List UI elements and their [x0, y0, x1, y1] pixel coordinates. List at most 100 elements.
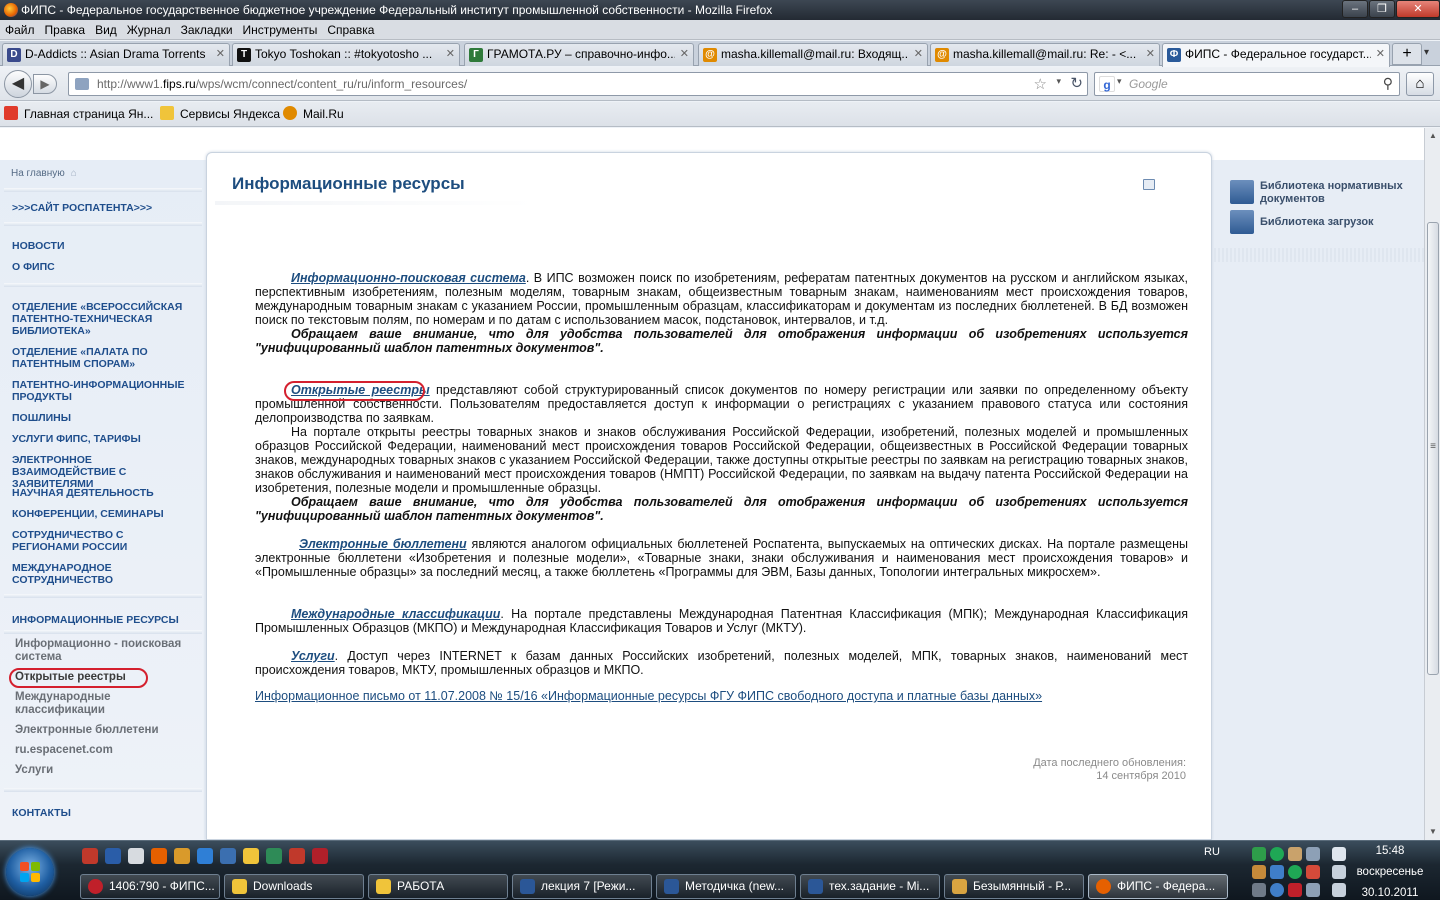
flag-tray-icon[interactable] — [1332, 847, 1346, 861]
menu-bookmarks[interactable]: Закладки — [176, 20, 238, 39]
quick-launch-icon[interactable] — [266, 848, 282, 864]
scroll-up-icon[interactable]: ▲ — [1425, 128, 1440, 144]
scroll-down-icon[interactable]: ▼ — [1425, 824, 1440, 840]
search-engine-dropdown-icon[interactable]: ▾ — [1117, 76, 1122, 87]
list-all-tabs-icon[interactable]: ▾ — [1424, 47, 1438, 61]
quick-launch-icon[interactable] — [243, 848, 259, 864]
search-input[interactable]: Google — [1129, 73, 1168, 95]
search-bar[interactable]: g ▾ Google ⚲ — [1094, 72, 1400, 96]
services-link[interactable]: Услуги — [291, 649, 335, 663]
new-tab-button[interactable]: + — [1392, 43, 1422, 65]
quick-launch-icon[interactable] — [82, 848, 98, 864]
menu-edit[interactable]: Правка — [40, 20, 91, 39]
pencil-tray-icon[interactable] — [1252, 865, 1266, 879]
sidebar-item-conferences[interactable]: КОНФЕРЕНЦИИ, СЕМИНАРЫ — [12, 508, 192, 520]
tab-tokyotosho[interactable]: T Tokyo Toshokan :: #tokyotosho ... ✕ — [232, 43, 460, 66]
tab-mail-re[interactable]: @ masha.killemall@mail.ru: Re: - <... ✕ — [930, 43, 1160, 66]
tab-gramota[interactable]: Г ГРАМОТА.РУ – справочно-инфо... ✕ — [464, 43, 694, 66]
rospatent-link[interactable]: >>>САЙТ РОСПАТЕНТА>>> — [12, 202, 192, 214]
bulletins-link[interactable]: Электронные бюллетени — [299, 537, 467, 551]
history-dropdown-icon[interactable]: ▾ — [1056, 76, 1061, 87]
quick-launch-icon[interactable] — [174, 848, 190, 864]
close-tab-icon[interactable]: ✕ — [1146, 44, 1155, 65]
task-rabota[interactable]: РАБОТА — [368, 874, 508, 899]
sidebar-item-regions[interactable]: СОТРУДНИЧЕСТВО С РЕГИОНАМИ РОССИИ — [12, 529, 192, 553]
update-tray-icon[interactable] — [1270, 883, 1284, 897]
menu-view[interactable]: Вид — [90, 20, 122, 39]
quick-launch-icon[interactable] — [197, 848, 213, 864]
sidebar-item-international[interactable]: МЕЖДУНАРОДНОЕ СОТРУДНИЧЕСТВО — [12, 562, 192, 586]
task-lecture[interactable]: лекция 7 [Режи... — [512, 874, 652, 899]
sidebar-item-e-interaction[interactable]: ЭЛЕКТРОННОЕ ВЗАИМОДЕЙСТВИЕ С ЗАЯВИТЕЛЯМИ — [12, 454, 192, 490]
sidebar-item-news[interactable]: НОВОСТИ — [12, 240, 192, 252]
url-text[interactable]: http://www1.fips.ru/wps/wcm/connect/cont… — [97, 73, 467, 95]
close-tab-icon[interactable]: ✕ — [680, 44, 689, 65]
power-tray-icon[interactable] — [1332, 865, 1346, 879]
address-bar[interactable]: http://www1.fips.ru/wps/wcm/connect/cont… — [68, 72, 1088, 96]
site-identity-icon[interactable] — [75, 78, 89, 90]
sidebar-item-services[interactable]: УСЛУГИ ФИПС, ТАРИФЫ — [12, 433, 192, 445]
quick-launch-icon[interactable] — [289, 848, 305, 864]
menu-tools[interactable]: Инструменты — [238, 20, 323, 39]
bluetooth-tray-icon[interactable] — [1270, 865, 1284, 879]
sidebar-item-library[interactable]: ОТДЕЛЕНИЕ «ВСЕРОССИЙСКАЯ ПАТЕНТНО-ТЕХНИЧ… — [12, 301, 192, 337]
task-downloads[interactable]: Downloads — [224, 874, 364, 899]
google-icon[interactable]: g — [1099, 76, 1115, 92]
maximize-button[interactable]: ❐ — [1369, 0, 1395, 18]
sublink-classifications[interactable]: Международные классификации — [15, 691, 195, 717]
sidebar-item-science[interactable]: НАУЧНАЯ ДЕЯТЕЛЬНОСТЬ — [12, 487, 192, 499]
forward-button[interactable]: ▶ — [33, 74, 57, 94]
minimize-button[interactable]: – — [1342, 0, 1368, 18]
clock[interactable]: 15:48 воскресенье 30.10.2011 — [1352, 841, 1428, 900]
quick-launch-icon[interactable] — [105, 848, 121, 864]
tab-d-addicts[interactable]: D D-Addicts :: Asian Drama Torrents ✕ — [2, 43, 230, 66]
menu-file[interactable]: Файл — [0, 20, 40, 39]
search-icon[interactable]: ⚲ — [1383, 75, 1393, 92]
vertical-scrollbar[interactable]: ▲ ≡ ▼ — [1424, 128, 1440, 840]
volume-tray-icon[interactable] — [1332, 883, 1346, 897]
sublink-search-system[interactable]: Информационно - поисковая система — [15, 638, 195, 664]
sidebar-item-contacts[interactable]: КОНТАКТЫ — [12, 807, 192, 819]
tab-mail-inbox[interactable]: @ masha.killemall@mail.ru: Входящ... ✕ — [698, 43, 928, 66]
task-opera[interactable]: 1406:790 - ФИПС... — [80, 874, 220, 899]
close-tab-icon[interactable]: ✕ — [914, 44, 923, 65]
classifications-link[interactable]: Международные классификации — [291, 607, 500, 621]
antivirus-tray-icon[interactable] — [1306, 865, 1320, 879]
sidebar-item-about[interactable]: О ФИПС — [12, 261, 192, 273]
bookmark-yandex[interactable]: Главная страница Ян... — [4, 102, 153, 126]
print-icon[interactable] — [1143, 179, 1155, 190]
close-tab-icon[interactable]: ✕ — [216, 44, 225, 65]
bookmark-yandex-services[interactable]: Сервисы Яндекса — [160, 102, 280, 126]
task-firefox[interactable]: ФИПС - Федера... — [1088, 874, 1228, 899]
home-button[interactable]: ⌂ — [1406, 72, 1434, 96]
close-window-button[interactable]: ✕ — [1396, 0, 1440, 18]
network-tray-icon[interactable] — [1270, 847, 1284, 861]
sublink-espacenet[interactable]: ru.espacenet.com — [15, 744, 195, 757]
reload-icon[interactable]: ↻ — [1070, 74, 1083, 92]
icq-tray-icon[interactable] — [1252, 847, 1266, 861]
tab-fips[interactable]: Ф ФИПС - Федеральное государст... ✕ — [1162, 43, 1390, 67]
bookmark-star-icon[interactable]: ☆ — [1034, 75, 1047, 93]
sidebar-item-info-resources[interactable]: ИНФОРМАЦИОННЫЕ РЕСУРСЫ — [12, 614, 192, 626]
task-tech-spec[interactable]: тех.задание - Mi... — [800, 874, 940, 899]
quick-launch-icon[interactable] — [151, 848, 167, 864]
language-indicator[interactable]: RU — [1204, 846, 1220, 858]
back-button[interactable]: ◀ — [4, 70, 32, 98]
search-system-link[interactable]: Информационно-поисковая система — [291, 271, 526, 285]
sublink-bulletins[interactable]: Электронные бюллетени — [15, 724, 195, 737]
opera-tray-icon[interactable] — [1288, 883, 1302, 897]
info-letter-link[interactable]: Информационное письмо от 11.07.2008 № 15… — [255, 689, 1042, 703]
menu-history[interactable]: Журнал — [122, 20, 176, 39]
display-tray-icon[interactable] — [1306, 883, 1320, 897]
skype-tray-icon[interactable] — [1288, 865, 1302, 879]
sidebar-item-products[interactable]: ПАТЕНТНО-ИНФОРМАЦИОННЫЕ ПРОДУКТЫ — [12, 379, 192, 403]
task-paint[interactable]: Безымянный - Р... — [944, 874, 1084, 899]
menu-help[interactable]: Справка — [322, 20, 379, 39]
task-metodichka[interactable]: Методичка (new... — [656, 874, 796, 899]
start-button[interactable] — [6, 848, 54, 896]
sublink-services[interactable]: Услуги — [15, 764, 195, 777]
sidebar-item-fees[interactable]: ПОШЛИНЫ — [12, 412, 192, 424]
quick-launch-icon[interactable] — [220, 848, 236, 864]
close-tab-icon[interactable]: ✕ — [1376, 44, 1385, 65]
bookmark-mailru[interactable]: Mail.Ru — [283, 102, 344, 126]
